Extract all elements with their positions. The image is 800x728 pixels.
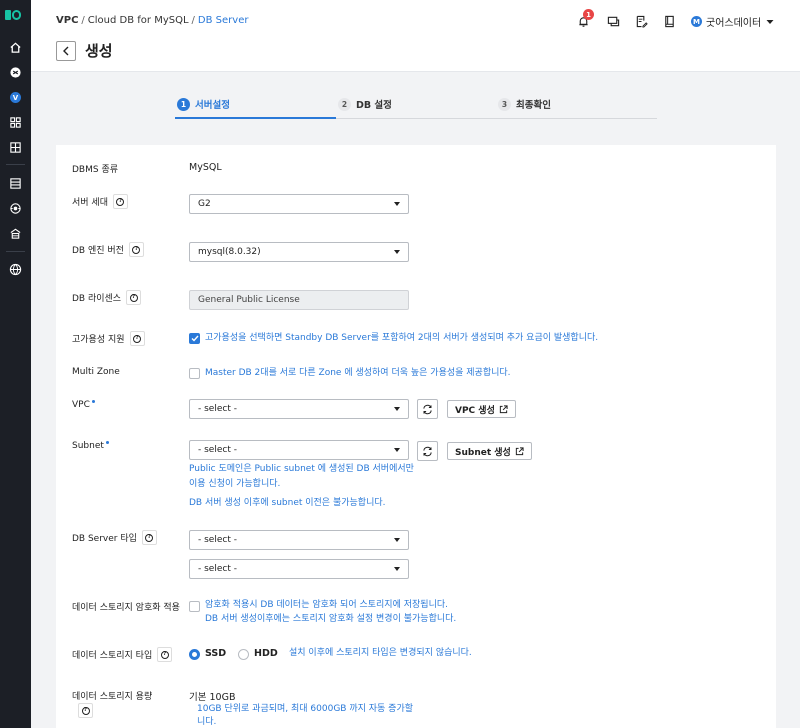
globe-icon[interactable] xyxy=(8,262,23,277)
user-menu[interactable]: M 굿어스데이터 xyxy=(691,14,774,29)
bell-icon[interactable]: 1 xyxy=(575,9,594,29)
storage-size-hint-line1: 10GB 단위로 과금되며, 최대 6000GB 까지 자동 증가할 xyxy=(197,704,414,714)
services-icon[interactable] xyxy=(8,65,23,80)
help-icon[interactable]: ? xyxy=(128,242,144,257)
ha-label: 고가용성 지원 ? xyxy=(72,331,145,346)
storage-size-label: 데이터 스토리지 용량 xyxy=(72,692,153,702)
storage-size-help: ? xyxy=(72,703,93,718)
refresh-icon xyxy=(423,446,432,456)
engine-version-select[interactable]: mysql(8.0.32) xyxy=(189,242,409,262)
multizone-label: Multi Zone xyxy=(72,367,120,377)
server-gen-label: 서버 세대 ? xyxy=(72,194,128,209)
help-icon[interactable]: ? xyxy=(78,703,93,718)
caret-down-icon xyxy=(394,567,400,571)
back-button[interactable] xyxy=(56,41,76,61)
form-card xyxy=(56,145,776,728)
notification-badge: 1 xyxy=(583,9,594,20)
storage-size-value: 기본 10GB xyxy=(189,692,236,703)
caret-down-icon xyxy=(394,538,400,542)
license-field: General Public License xyxy=(189,290,409,310)
network-icon[interactable] xyxy=(8,201,23,216)
subnet-select[interactable]: - select - xyxy=(189,440,409,460)
caret-down-icon xyxy=(394,250,400,254)
sidebar: V xyxy=(0,0,31,728)
sidebar-divider xyxy=(6,251,25,252)
required-dot xyxy=(105,440,109,444)
storage-hdd-radio[interactable] xyxy=(238,649,249,660)
caret-down-icon xyxy=(394,448,400,452)
active-step-underline xyxy=(175,117,336,119)
external-link-icon xyxy=(515,446,524,455)
sidebar-divider xyxy=(6,164,25,165)
edit-note-icon[interactable] xyxy=(633,13,649,29)
user-avatar: M xyxy=(691,16,702,27)
subnet-hint-move: DB 서버 생성 이후에 subnet 이전은 불가능합니다. xyxy=(189,498,386,508)
step-db-settings[interactable]: 2 DB 설정 xyxy=(338,97,392,111)
vpc-refresh-button[interactable] xyxy=(417,399,438,419)
dashboard-icon[interactable] xyxy=(8,140,23,155)
breadcrumb-cloud-db[interactable]: Cloud DB for MySQL xyxy=(88,15,189,26)
help-icon[interactable]: ? xyxy=(112,194,128,209)
chevron-left-icon xyxy=(63,46,69,56)
server-gen-select[interactable]: G2 xyxy=(189,194,409,214)
ha-description: 고가용성을 선택하면 Standby DB Server를 포함하여 2대의 서… xyxy=(205,333,599,343)
book-icon[interactable] xyxy=(661,13,677,29)
vpc-select[interactable]: - select - xyxy=(189,399,409,419)
multizone-checkbox[interactable] xyxy=(189,368,200,379)
subnet-create-button[interactable]: Subnet 생성 xyxy=(447,442,532,460)
breadcrumb: VPC / Cloud DB for MySQL / DB Server xyxy=(56,15,249,26)
storage-ssd-radio[interactable] xyxy=(189,649,200,660)
breadcrumb-db-server[interactable]: DB Server xyxy=(198,15,249,26)
multizone-description: Master DB 2대를 서로 다른 Zone 에 생성하여 더욱 높은 가용… xyxy=(205,368,511,378)
help-icon[interactable]: ? xyxy=(126,290,142,305)
help-icon[interactable]: ? xyxy=(157,647,173,662)
subnet-hint-line2: 이용 신청이 가능합니다. xyxy=(189,479,281,489)
encryption-checkbox[interactable] xyxy=(189,601,200,612)
ha-checkbox[interactable] xyxy=(189,333,200,344)
step-final-confirm[interactable]: 3 최종확인 xyxy=(498,97,551,111)
subnet-label: Subnet xyxy=(72,440,109,451)
server-type-label: DB Server 타입 ? xyxy=(72,530,157,545)
external-link-icon xyxy=(499,404,508,413)
help-icon[interactable]: ? xyxy=(129,331,145,346)
license-label: DB 라이센스 ? xyxy=(72,290,142,305)
page-title: 생성 xyxy=(85,42,113,60)
database-icon[interactable] xyxy=(8,226,23,241)
brand-logo[interactable] xyxy=(5,9,26,21)
storage-size-hint-line2: 니다. xyxy=(197,717,217,727)
storage-hdd-label[interactable]: HDD xyxy=(254,648,278,659)
vpc-label: VPC xyxy=(72,399,95,410)
subnet-refresh-button[interactable] xyxy=(417,441,438,461)
page-header: VPC / Cloud DB for MySQL / DB Server 생성 1 M … xyxy=(31,0,800,72)
step-server-settings[interactable]: 1 서버설정 xyxy=(177,97,230,111)
encryption-label: 데이터 스토리지 암호화 적용 xyxy=(72,603,180,613)
storage-type-label: 데이터 스토리지 타입 ? xyxy=(72,647,173,662)
subnet-hint-line1: Public 도메인은 Public subnet 에 생성된 DB 서버에서만 xyxy=(189,464,414,474)
grid-icon[interactable] xyxy=(8,115,23,130)
encryption-hint-line2: DB 서버 생성이후에는 스토리지 암호화 설정 변경이 불가능합니다. xyxy=(205,614,457,624)
dbms-label: DBMS 종류 xyxy=(72,165,119,175)
home-icon[interactable] xyxy=(8,40,23,55)
caret-down-icon xyxy=(766,19,774,24)
required-dot xyxy=(91,399,95,403)
caret-down-icon xyxy=(394,407,400,411)
vpc-create-button[interactable]: VPC 생성 xyxy=(447,400,516,418)
help-icon[interactable]: ? xyxy=(141,530,157,545)
server-icon[interactable] xyxy=(8,176,23,191)
refresh-icon xyxy=(423,404,432,414)
encryption-hint-line1: 암호화 적용시 DB 데이터는 암호화 되어 스토리지에 저장됩니다. xyxy=(205,600,448,610)
step-indicator: 1 서버설정 2 DB 설정 3 최종확인 xyxy=(175,94,657,119)
storage-type-hint: 설치 이후에 스토리지 타입은 변경되지 않습니다. xyxy=(289,648,472,658)
vpc-platform-icon[interactable]: V xyxy=(8,90,23,105)
server-type-select-2[interactable]: - select - xyxy=(189,559,409,579)
engine-version-label: DB 엔진 버전 ? xyxy=(72,242,144,257)
storage-ssd-label[interactable]: SSD xyxy=(205,648,226,659)
server-type-select-1[interactable]: - select - xyxy=(189,530,409,550)
message-icon[interactable] xyxy=(605,13,621,29)
user-name: 굿어스데이터 xyxy=(706,18,762,29)
breadcrumb-vpc[interactable]: VPC xyxy=(56,15,78,26)
dbms-value: MySQL xyxy=(189,162,222,173)
check-icon xyxy=(191,335,199,342)
caret-down-icon xyxy=(394,202,400,206)
